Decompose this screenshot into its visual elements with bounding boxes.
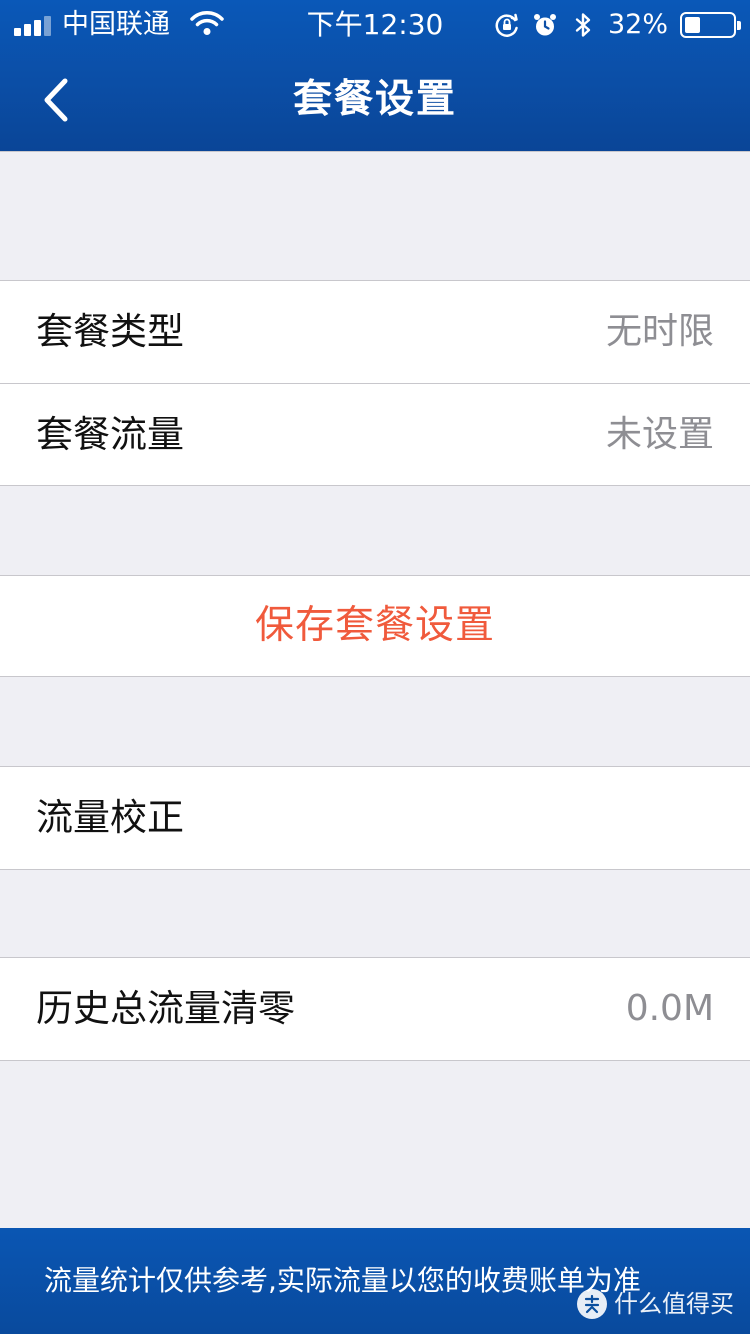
watermark-text: 什么值得买 [614, 1290, 734, 1318]
navigation-bar: 套餐设置 [0, 50, 750, 150]
page-title: 套餐设置 [292, 77, 457, 122]
history-total-value: 0.0M [625, 988, 714, 1029]
traffic-calibration-label: 流量校正 [36, 796, 184, 839]
plan-settings-group: 套餐类型 无时限 套餐流量 未设置 [0, 280, 750, 486]
watermark-logo-icon [577, 1289, 607, 1319]
save-group: 保存套餐设置 [0, 575, 750, 677]
plan-type-label: 套餐类型 [36, 310, 184, 353]
alarm-icon [533, 14, 556, 36]
battery-icon [680, 12, 741, 38]
status-bar: 中国联通 下午12:30 32% [0, 0, 750, 50]
plan-data-row[interactable]: 套餐流量 未设置 [0, 383, 750, 485]
watermark: 什么值得买 [576, 1286, 734, 1322]
plan-data-value: 未设置 [605, 414, 714, 455]
history-group: 历史总流量清零 0.0M [0, 957, 750, 1061]
battery-level-fill [685, 17, 700, 33]
battery-percent: 32% [607, 9, 668, 40]
footer-notice: 流量统计仅供参考,实际流量以您的收费账单为准 [44, 1264, 641, 1297]
history-reset-label: 历史总流量清零 [36, 987, 295, 1030]
status-right-group: 32% [494, 9, 741, 41]
bluetooth-icon [575, 13, 591, 37]
footer-notice-bar: 流量统计仅供参考,实际流量以您的收费账单为准 什么值得买 [0, 1228, 750, 1334]
calibration-group: 流量校正 [0, 766, 750, 870]
orientation-lock-icon [495, 13, 518, 37]
traffic-calibration-row[interactable]: 流量校正 [0, 767, 750, 869]
save-plan-button[interactable]: 保存套餐设置 [0, 576, 750, 676]
plan-type-value: 无时限 [605, 311, 714, 352]
plan-data-label: 套餐流量 [36, 413, 184, 456]
plan-type-row[interactable]: 套餐类型 无时限 [0, 281, 750, 383]
app-header: 中国联通 下午12:30 32% 套餐设置 [0, 0, 750, 152]
history-reset-row[interactable]: 历史总流量清零 0.0M [0, 958, 750, 1060]
